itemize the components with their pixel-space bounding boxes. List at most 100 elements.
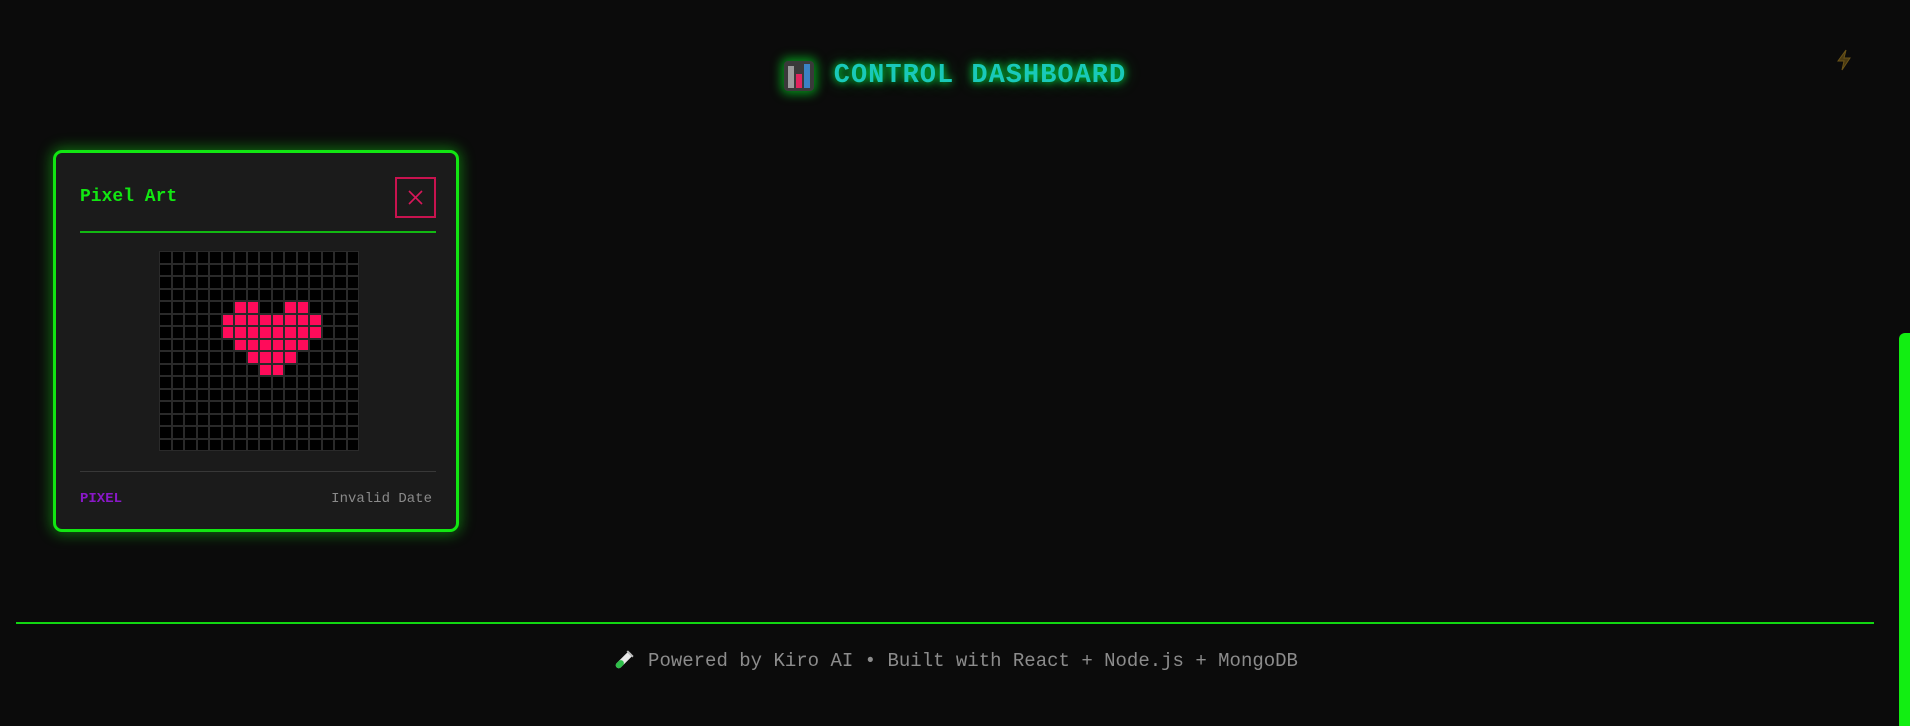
pixel-cell[interactable]	[197, 427, 208, 438]
pixel-cell[interactable]	[185, 402, 196, 413]
pixel-cell[interactable]	[322, 364, 333, 375]
pixel-cell[interactable]	[285, 289, 296, 300]
pixel-cell[interactable]	[172, 302, 183, 313]
pixel-cell[interactable]	[335, 402, 346, 413]
pixel-cell[interactable]	[310, 427, 321, 438]
pixel-cell[interactable]	[235, 339, 246, 350]
pixel-cell[interactable]	[185, 277, 196, 288]
pixel-cell[interactable]	[197, 289, 208, 300]
pixel-cell[interactable]	[285, 427, 296, 438]
pixel-cell[interactable]	[297, 302, 308, 313]
pixel-cell[interactable]	[272, 252, 283, 263]
pixel-cell[interactable]	[210, 402, 221, 413]
pixel-cell[interactable]	[272, 277, 283, 288]
pixel-cell[interactable]	[322, 339, 333, 350]
pixel-cell[interactable]	[297, 377, 308, 388]
pixel-cell[interactable]	[172, 277, 183, 288]
pixel-cell[interactable]	[160, 339, 171, 350]
pixel-cell[interactable]	[210, 352, 221, 363]
pixel-cell[interactable]	[185, 327, 196, 338]
pixel-cell[interactable]	[272, 314, 283, 325]
pixel-cell[interactable]	[310, 327, 321, 338]
pixel-cell[interactable]	[197, 364, 208, 375]
pixel-cell[interactable]	[235, 377, 246, 388]
pixel-cell[interactable]	[247, 439, 258, 450]
pixel-cell[interactable]	[247, 252, 258, 263]
pixel-cell[interactable]	[297, 402, 308, 413]
pixel-cell[interactable]	[335, 277, 346, 288]
pixel-cell[interactable]	[210, 364, 221, 375]
pixel-cell[interactable]	[172, 314, 183, 325]
pixel-cell[interactable]	[285, 352, 296, 363]
pixel-cell[interactable]	[335, 327, 346, 338]
pixel-cell[interactable]	[272, 402, 283, 413]
pixel-cell[interactable]	[285, 402, 296, 413]
pixel-cell[interactable]	[260, 302, 271, 313]
pixel-cell[interactable]	[322, 277, 333, 288]
pixel-cell[interactable]	[322, 439, 333, 450]
pixel-cell[interactable]	[310, 289, 321, 300]
pixel-cell[interactable]	[247, 277, 258, 288]
pixel-cell[interactable]	[160, 364, 171, 375]
pixel-cell[interactable]	[197, 302, 208, 313]
pixel-cell[interactable]	[235, 427, 246, 438]
pixel-cell[interactable]	[172, 252, 183, 263]
pixel-cell[interactable]	[185, 389, 196, 400]
pixel-cell[interactable]	[347, 277, 358, 288]
pixel-cell[interactable]	[310, 252, 321, 263]
pixel-cell[interactable]	[260, 314, 271, 325]
pixel-cell[interactable]	[297, 364, 308, 375]
pixel-cell[interactable]	[247, 339, 258, 350]
pixel-cell[interactable]	[335, 252, 346, 263]
pixel-cell[interactable]	[335, 364, 346, 375]
pixel-cell[interactable]	[260, 402, 271, 413]
pixel-cell[interactable]	[197, 352, 208, 363]
pixel-cell[interactable]	[222, 339, 233, 350]
pixel-cell[interactable]	[222, 327, 233, 338]
pixel-cell[interactable]	[347, 402, 358, 413]
pixel-cell[interactable]	[222, 252, 233, 263]
pixel-cell[interactable]	[172, 377, 183, 388]
pixel-cell[interactable]	[197, 314, 208, 325]
pixel-cell[interactable]	[285, 439, 296, 450]
lightning-bolt-icon[interactable]	[1836, 49, 1852, 71]
pixel-cell[interactable]	[347, 327, 358, 338]
pixel-cell[interactable]	[210, 264, 221, 275]
pixel-cell[interactable]	[197, 414, 208, 425]
pixel-cell[interactable]	[347, 289, 358, 300]
pixel-cell[interactable]	[160, 377, 171, 388]
pixel-cell[interactable]	[222, 264, 233, 275]
pixel-cell[interactable]	[222, 439, 233, 450]
pixel-cell[interactable]	[235, 439, 246, 450]
pixel-cell[interactable]	[172, 264, 183, 275]
pixel-cell[interactable]	[272, 289, 283, 300]
pixel-cell[interactable]	[310, 264, 321, 275]
pixel-cell[interactable]	[172, 402, 183, 413]
pixel-cell[interactable]	[160, 302, 171, 313]
pixel-cell[interactable]	[172, 427, 183, 438]
pixel-cell[interactable]	[347, 414, 358, 425]
pixel-cell[interactable]	[335, 289, 346, 300]
close-button[interactable]	[395, 177, 436, 218]
pixel-cell[interactable]	[297, 427, 308, 438]
pixel-cell[interactable]	[235, 352, 246, 363]
scrollbar-thumb[interactable]	[1899, 333, 1910, 726]
pixel-cell[interactable]	[322, 264, 333, 275]
pixel-cell[interactable]	[347, 352, 358, 363]
pixel-cell[interactable]	[197, 439, 208, 450]
pixel-cell[interactable]	[335, 427, 346, 438]
pixel-cell[interactable]	[260, 352, 271, 363]
pixel-cell[interactable]	[247, 364, 258, 375]
pixel-cell[interactable]	[310, 364, 321, 375]
pixel-cell[interactable]	[260, 339, 271, 350]
pixel-cell[interactable]	[172, 414, 183, 425]
pixel-cell[interactable]	[222, 402, 233, 413]
pixel-cell[interactable]	[197, 377, 208, 388]
pixel-cell[interactable]	[260, 364, 271, 375]
pixel-cell[interactable]	[185, 264, 196, 275]
pixel-cell[interactable]	[222, 302, 233, 313]
pixel-cell[interactable]	[260, 389, 271, 400]
pixel-cell[interactable]	[247, 327, 258, 338]
pixel-cell[interactable]	[260, 414, 271, 425]
pixel-cell[interactable]	[172, 439, 183, 450]
